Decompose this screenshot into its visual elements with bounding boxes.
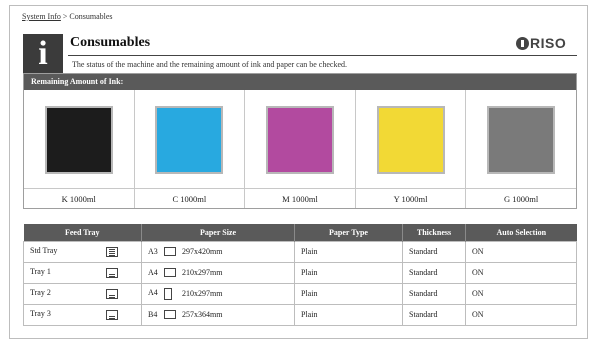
ink-cell-k: K 1000ml <box>24 90 135 208</box>
ink-level-y <box>376 106 445 174</box>
column-header-feed-tray: Feed Tray <box>23 224 142 241</box>
feed-tray-table: Feed Tray Paper Size Paper Type Thicknes… <box>23 224 577 326</box>
column-header-paper-type: Paper Type <box>294 224 403 241</box>
ink-fill-y <box>378 108 443 172</box>
paper-dimensions: 257x364mm <box>182 309 223 319</box>
cell-auto-selection: ON <box>465 303 577 326</box>
ink-label-m: M 1000ml <box>245 188 355 208</box>
cell-paper-type: Plain <box>294 261 403 284</box>
page-description: The status of the machine and the remain… <box>72 60 348 69</box>
cell-thickness: Standard <box>402 240 466 263</box>
cell-feed-tray: Tray 2 <box>23 282 142 305</box>
ink-fill-c <box>157 108 222 172</box>
paper-portrait-icon <box>164 287 172 300</box>
paper-landscape-icon <box>164 310 176 320</box>
cell-paper-size: A4 210x297mm <box>141 261 295 284</box>
riso-emblem-icon <box>516 37 529 50</box>
ink-label-k: K 1000ml <box>24 188 134 208</box>
cell-paper-size: A4 210x297mm <box>141 282 295 305</box>
table-row: Tray 2 A4 210x297mm Plain Standard ON <box>23 282 577 305</box>
ink-row: K 1000ml C 1000ml M 1000ml Y 1000ml G 10… <box>24 90 576 208</box>
ink-cell-m: M 1000ml <box>245 90 356 208</box>
tray-icon <box>106 288 118 299</box>
cell-thickness: Standard <box>402 282 466 305</box>
cell-feed-tray: Std Tray <box>23 240 142 263</box>
ink-fill-g <box>489 108 554 172</box>
cell-thickness: Standard <box>402 303 466 326</box>
page-title: Consumables <box>70 35 151 50</box>
paper-dimensions: 297x420mm <box>182 246 223 256</box>
table-row: Std Tray A3 297x420mm Plain Standard ON <box>23 240 577 263</box>
cell-auto-selection: ON <box>465 261 577 284</box>
cell-paper-type: Plain <box>294 240 403 263</box>
cell-auto-selection: ON <box>465 240 577 263</box>
paper-landscape-icon <box>164 247 176 257</box>
ink-label-y: Y 1000ml <box>355 188 466 208</box>
ink-level-k <box>44 106 113 174</box>
size-code: A4 <box>148 288 158 298</box>
size-code: A3 <box>148 246 158 256</box>
cell-paper-type: Plain <box>294 282 403 305</box>
tray-name: Tray 1 <box>30 267 51 277</box>
tray-icon <box>106 267 118 278</box>
tray-name: Std Tray <box>30 246 58 256</box>
cell-paper-size: A3 297x420mm <box>141 240 295 263</box>
tray-icon <box>106 309 118 320</box>
column-header-thickness: Thickness <box>402 224 466 241</box>
tray-name: Tray 2 <box>30 288 51 298</box>
paper-dimensions: 210x297mm <box>182 267 223 277</box>
breadcrumb-current: Consumables <box>69 12 113 21</box>
consumables-panel: System Info > Consumables i Consumables … <box>9 5 588 339</box>
ink-level-m <box>265 106 334 174</box>
ink-panel-header: Remaining Amount of Ink: <box>24 74 576 90</box>
ink-level-c <box>155 106 224 174</box>
ink-level-g <box>487 106 556 174</box>
table-row: Tray 1 A4 210x297mm Plain Standard ON <box>23 261 577 284</box>
breadcrumb-separator: > <box>62 12 68 21</box>
ink-cell-c: C 1000ml <box>134 90 246 208</box>
ink-cell-g: G 1000ml <box>466 90 576 208</box>
table-row: Tray 3 B4 257x364mm Plain Standard ON <box>23 303 577 326</box>
ink-cell-y: Y 1000ml <box>355 90 467 208</box>
cell-feed-tray: Tray 1 <box>23 261 142 284</box>
cell-auto-selection: ON <box>465 282 577 305</box>
riso-logo: RISO <box>516 35 566 51</box>
cell-feed-tray: Tray 3 <box>23 303 142 326</box>
tray-full-icon <box>106 246 118 257</box>
breadcrumb: System Info > Consumables <box>22 12 113 21</box>
riso-logo-text: RISO <box>530 35 567 51</box>
ink-fill-k <box>46 108 111 172</box>
title-divider <box>68 55 577 56</box>
column-header-paper-size: Paper Size <box>141 224 295 241</box>
column-header-auto-selection: Auto Selection <box>465 224 577 241</box>
info-icon: i <box>23 34 63 74</box>
breadcrumb-system-info-link[interactable]: System Info <box>22 12 61 21</box>
ink-panel: Remaining Amount of Ink: K 1000ml C 1000… <box>23 73 577 209</box>
size-code: A4 <box>148 267 158 277</box>
cell-paper-type: Plain <box>294 303 403 326</box>
ink-fill-m <box>267 108 332 172</box>
cell-thickness: Standard <box>402 261 466 284</box>
ink-label-g: G 1000ml <box>466 188 576 208</box>
paper-dimensions: 210x297mm <box>182 288 223 298</box>
cell-paper-size: B4 257x364mm <box>141 303 295 326</box>
tray-name: Tray 3 <box>30 309 51 319</box>
size-code: B4 <box>148 309 158 319</box>
ink-label-c: C 1000ml <box>134 188 245 208</box>
paper-landscape-icon <box>164 268 176 278</box>
table-header-row: Feed Tray Paper Size Paper Type Thicknes… <box>23 224 577 241</box>
